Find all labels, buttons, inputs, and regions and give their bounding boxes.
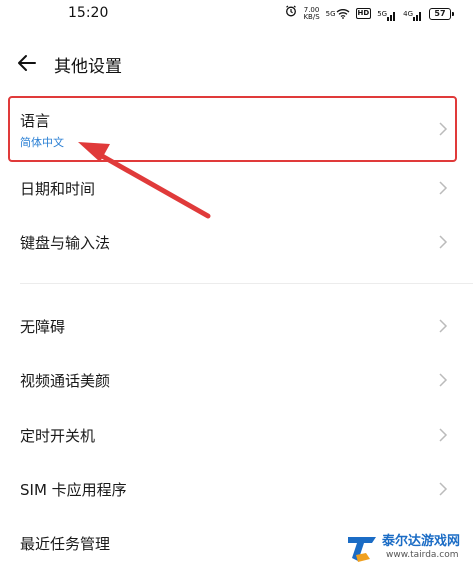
chevron-right-icon	[438, 372, 448, 388]
settings-item-scheduled-power[interactable]: 定时开关机	[0, 412, 473, 458]
settings-item-video-beauty[interactable]: 视频通话美颜	[0, 357, 473, 403]
sim-apps-label: SIM 卡应用程序	[20, 481, 127, 499]
status-time: 15:20	[68, 5, 109, 21]
status-bar: 15:20 7.00 KB/S 5G HD 5G 4G 57	[0, 0, 473, 28]
status-icons: 7.00 KB/S 5G HD 5G 4G 57	[285, 5, 454, 22]
signal-2-label: 4G	[403, 9, 413, 18]
video-beauty-label: 视频通话美颜	[20, 372, 111, 390]
settings-item-accessibility[interactable]: 无障碍	[0, 303, 473, 349]
wifi-icon: 5G	[326, 7, 350, 21]
chevron-right-icon	[438, 180, 448, 196]
chevron-right-icon	[438, 427, 448, 443]
signal-1-label: 5G	[377, 9, 388, 18]
back-arrow-icon[interactable]	[16, 52, 38, 74]
chevron-right-icon	[438, 318, 448, 334]
network-speed: 7.00 KB/S	[303, 6, 320, 21]
signal-icon-1: 5G	[377, 7, 397, 21]
header: 其他设置	[0, 44, 473, 84]
watermark-url: www.tairda.com	[386, 550, 459, 560]
highlight-box	[8, 96, 457, 162]
battery-icon: 57	[429, 7, 454, 20]
chevron-right-icon	[438, 481, 448, 497]
chevron-right-icon	[438, 234, 448, 250]
recent-tasks-label: 最近任务管理	[20, 535, 111, 553]
wifi-network-label: 5G	[325, 9, 336, 18]
settings-item-datetime[interactable]: 日期和时间	[0, 165, 473, 211]
network-speed-unit: KB/S	[303, 12, 320, 21]
watermark-logo	[348, 537, 376, 562]
accessibility-label: 无障碍	[20, 318, 66, 336]
section-divider	[20, 283, 473, 284]
watermark-name: 泰尔达游戏网	[382, 534, 461, 549]
page-title: 其他设置	[54, 57, 122, 77]
watermark: 泰尔达游戏网 www.tairda.com	[340, 528, 473, 569]
keyboard-label: 键盘与输入法	[20, 234, 111, 252]
scheduled-power-label: 定时开关机	[20, 427, 96, 445]
settings-item-sim-apps[interactable]: SIM 卡应用程序	[0, 466, 473, 512]
settings-item-keyboard[interactable]: 键盘与输入法	[0, 219, 473, 265]
alarm-icon	[285, 5, 297, 22]
datetime-label: 日期和时间	[20, 180, 96, 198]
signal-icon-2: 4G	[403, 7, 423, 21]
hd-badge: HD	[355, 8, 372, 19]
